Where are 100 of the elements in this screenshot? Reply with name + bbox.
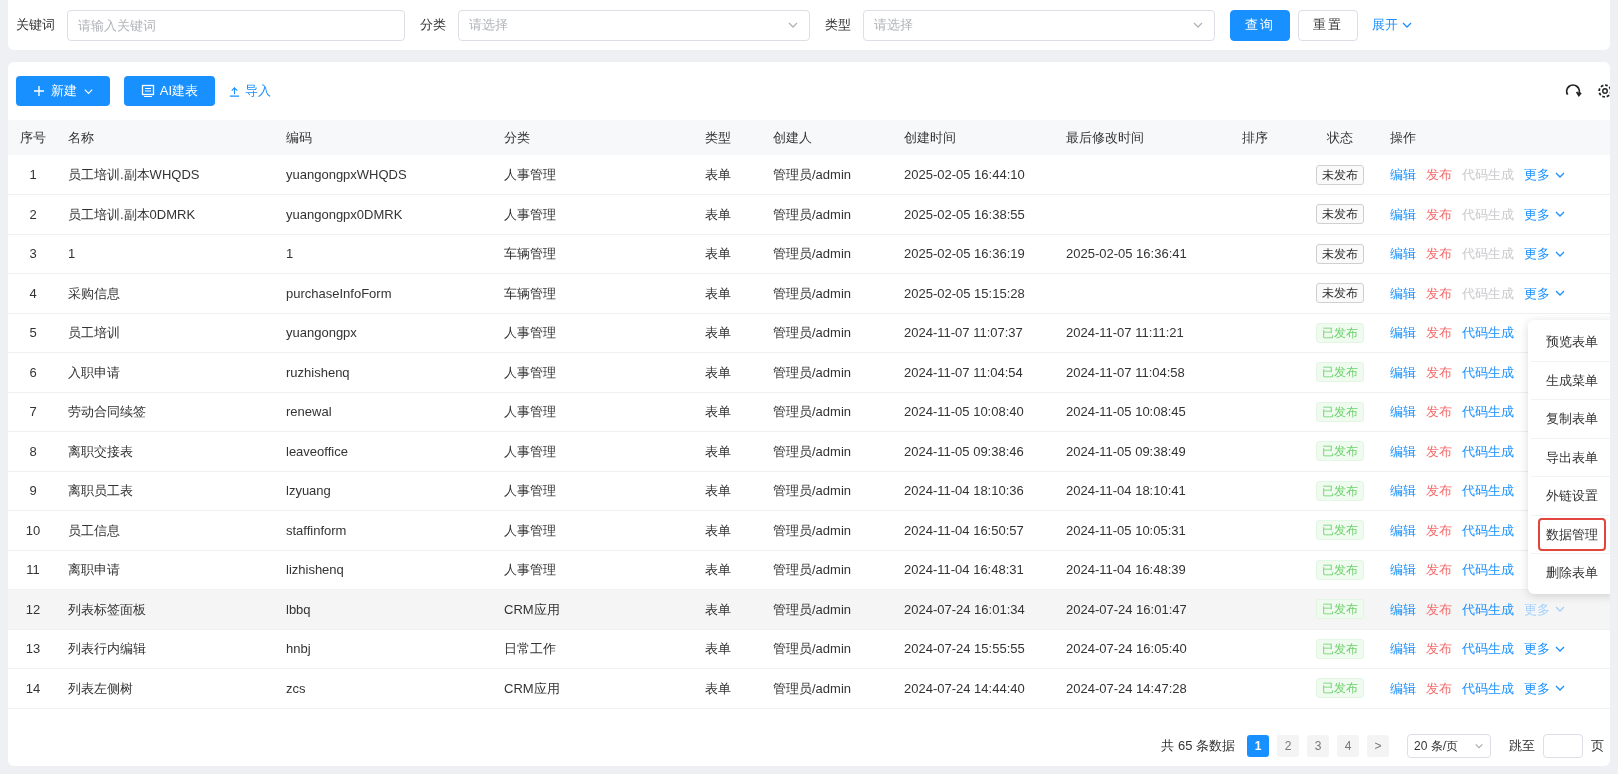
more-link[interactable]: 更多 xyxy=(1524,244,1566,264)
publish-link[interactable]: 发布 xyxy=(1426,204,1452,224)
table-cell: 表单 xyxy=(704,325,731,340)
page-button[interactable]: 3 xyxy=(1307,735,1329,757)
ai-table-button[interactable]: AI建表 xyxy=(124,76,215,106)
table-cell: 列表左侧树 xyxy=(68,680,133,696)
table-cell: 2024-11-05 10:08:45 xyxy=(1066,404,1186,419)
code-generation-link[interactable]: 代码生成 xyxy=(1462,678,1514,698)
code-generation-link[interactable]: 代码生成 xyxy=(1462,520,1514,540)
page-size-select[interactable]: 20 条/页 xyxy=(1407,734,1491,758)
table-cell: 2024-07-24 15:55:55 xyxy=(904,641,1025,656)
table-cell: 2024-07-24 16:01:34 xyxy=(904,601,1025,617)
table-icon xyxy=(140,84,155,98)
edit-link[interactable]: 编辑 xyxy=(1390,204,1416,224)
publish-link[interactable]: 发布 xyxy=(1426,283,1452,303)
publish-link[interactable]: 发布 xyxy=(1426,520,1452,540)
next-page-button[interactable]: > xyxy=(1367,735,1389,757)
publish-link[interactable]: 发布 xyxy=(1426,323,1452,343)
table-cell: 表单 xyxy=(704,562,731,577)
filter-label: 关键词 xyxy=(16,16,55,35)
page-button[interactable]: 4 xyxy=(1337,735,1359,757)
edit-link[interactable]: 编辑 xyxy=(1390,560,1416,580)
more-link[interactable]: 更多 xyxy=(1524,678,1566,698)
publish-link[interactable]: 发布 xyxy=(1426,678,1452,698)
status-tag: 未发布 xyxy=(1316,204,1364,225)
publish-link[interactable]: 发布 xyxy=(1426,362,1452,382)
publish-link[interactable]: 发布 xyxy=(1426,164,1452,185)
column-header: 排序 xyxy=(1242,129,1268,145)
publish-link[interactable]: 发布 xyxy=(1426,481,1452,501)
table-cell: 管理员/admin xyxy=(773,206,852,222)
publish-link[interactable]: 发布 xyxy=(1426,639,1452,659)
edit-link[interactable]: 编辑 xyxy=(1390,639,1416,659)
status-tag: 已发布 xyxy=(1316,638,1364,659)
edit-link[interactable]: 编辑 xyxy=(1390,481,1416,501)
select-field[interactable]: 请选择 xyxy=(863,9,1215,41)
publish-link[interactable]: 发布 xyxy=(1426,599,1452,619)
more-link[interactable]: 更多 xyxy=(1524,164,1566,185)
more-link[interactable]: 更多 xyxy=(1524,639,1566,659)
menu-item[interactable]: 复制表单 xyxy=(1540,404,1604,434)
table-cell: 表单 xyxy=(704,443,731,459)
page-number-field[interactable] xyxy=(1543,734,1583,758)
publish-link[interactable]: 发布 xyxy=(1426,560,1452,580)
table-cell: 12 xyxy=(25,601,41,617)
code-generation-link[interactable]: 代码生成 xyxy=(1462,323,1514,343)
menu-item[interactable]: 预览表单 xyxy=(1540,326,1604,356)
edit-link[interactable]: 编辑 xyxy=(1390,283,1416,303)
keyword-field[interactable]: 请输入关键词 xyxy=(67,9,405,41)
code-generation-link[interactable]: 代码生成 xyxy=(1462,639,1514,659)
new-button[interactable]: 新建 xyxy=(16,76,110,106)
table-cell: 人事管理 xyxy=(504,443,556,459)
code-generation-link[interactable]: 代码生成 xyxy=(1462,560,1514,580)
reset-button[interactable]: 重置 xyxy=(1298,9,1358,41)
edit-link[interactable]: 编辑 xyxy=(1390,244,1416,264)
table-cell: 2024-11-07 11:07:37 xyxy=(904,325,1023,340)
menu-item[interactable]: 生成菜单 xyxy=(1540,365,1604,395)
table-cell: 5 xyxy=(29,325,37,340)
table-cell: 管理员/admin xyxy=(773,325,852,340)
status-tag: 已发布 xyxy=(1316,599,1364,620)
menu-item[interactable]: 导出表单 xyxy=(1540,442,1604,472)
edit-link[interactable]: 编辑 xyxy=(1390,520,1416,540)
code-generation-link[interactable]: 代码生成 xyxy=(1462,362,1514,382)
code-generation-link[interactable]: 代码生成 xyxy=(1462,599,1514,619)
edit-link[interactable]: 编辑 xyxy=(1390,441,1416,461)
edit-link[interactable]: 编辑 xyxy=(1390,402,1416,422)
publish-link[interactable]: 发布 xyxy=(1426,244,1452,264)
menu-item[interactable]: 外链设置 xyxy=(1540,481,1604,511)
expand-link[interactable]: 展开 xyxy=(1372,15,1413,35)
status-tag: 已发布 xyxy=(1316,678,1364,699)
table-cell: 日常工作 xyxy=(504,641,556,656)
publish-link[interactable]: 发布 xyxy=(1426,441,1452,461)
publish-link[interactable]: 发布 xyxy=(1426,402,1452,422)
search-button[interactable]: 查询 xyxy=(1230,9,1290,41)
edit-link[interactable]: 编辑 xyxy=(1390,362,1416,382)
more-link[interactable]: 更多 xyxy=(1524,204,1566,224)
table-cell: 车辆管理 xyxy=(504,246,556,261)
edit-link[interactable]: 编辑 xyxy=(1390,599,1416,619)
menu-item[interactable]: 删除表单 xyxy=(1540,558,1604,588)
table-cell: 表单 xyxy=(704,641,731,656)
page-button[interactable]: 1 xyxy=(1247,735,1269,757)
page-button[interactable]: 2 xyxy=(1277,735,1299,757)
column-header: 操作 xyxy=(1390,129,1416,145)
edit-link[interactable]: 编辑 xyxy=(1390,678,1416,698)
code-generation-link[interactable]: 代码生成 xyxy=(1462,441,1514,461)
code-generation-link[interactable]: 代码生成 xyxy=(1462,402,1514,422)
status-tag: 未发布 xyxy=(1316,164,1364,185)
table-cell: 2024-07-24 14:44:40 xyxy=(904,680,1025,696)
table-cell: 表单 xyxy=(704,166,731,182)
settings-icon[interactable] xyxy=(1596,82,1610,100)
column-header: 状态 xyxy=(1327,129,1353,145)
table-cell: 入职申请 xyxy=(68,364,120,380)
select-field[interactable]: 请选择 xyxy=(458,9,810,41)
import-link[interactable]: 导入 xyxy=(229,76,271,106)
menu-item[interactable]: 数据管理 xyxy=(1540,519,1604,549)
page-unit-label: 页 xyxy=(1591,737,1604,756)
more-link[interactable]: 更多 xyxy=(1524,283,1566,303)
code-generation-link[interactable]: 代码生成 xyxy=(1462,481,1514,501)
edit-link[interactable]: 编辑 xyxy=(1390,164,1416,185)
table-cell: lizhishenq xyxy=(286,562,344,577)
edit-link[interactable]: 编辑 xyxy=(1390,323,1416,343)
table-cell: 2024-11-04 18:10:41 xyxy=(1066,483,1186,498)
